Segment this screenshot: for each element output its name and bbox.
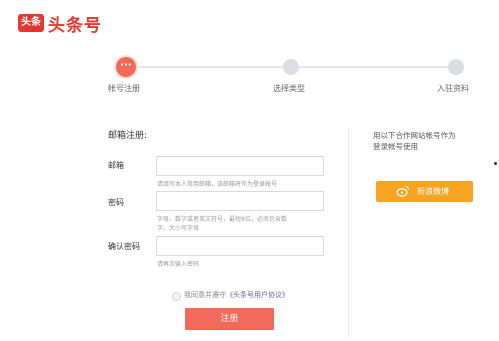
weibo-login-label: 新浪微博 xyxy=(417,187,449,196)
stray-dot xyxy=(494,162,497,165)
agree-prefix: 我同意并遵守 xyxy=(184,291,226,299)
logo-mark[interactable]: 头条 xyxy=(18,14,44,32)
password-label: 密码 xyxy=(108,198,124,207)
third-party-text-line2: 登录帐号使用 xyxy=(373,142,418,151)
weibo-login-button[interactable]: 新浪微博 xyxy=(376,181,473,202)
header: 头条 头条号 xyxy=(0,0,499,48)
password-hint: 字母、数字或者英文符号，最短8位，必须包含数 字、大小写字母 xyxy=(157,215,287,233)
step-1-indicator: ··· xyxy=(116,57,136,77)
step-1-label: 帐号注册 xyxy=(108,84,140,93)
logo-text[interactable]: 头条号 xyxy=(48,11,102,36)
weibo-icon xyxy=(396,185,410,197)
agree-text: 我同意并遵守《头条号用户协议》 xyxy=(184,290,289,300)
confirm-password-input[interactable] xyxy=(156,236,324,256)
user-agreement-link[interactable]: 《头条号用户协议》 xyxy=(226,291,289,299)
step-connector xyxy=(291,66,456,68)
form-title: 邮箱注册: xyxy=(108,131,148,141)
email-hint: 请填写本人常用邮箱，该邮箱将作为登录帐号 xyxy=(157,181,278,188)
password-hint-line2: 字、大小写字母 xyxy=(157,225,200,232)
step-3-indicator xyxy=(448,59,464,75)
step-connector xyxy=(126,66,291,68)
vertical-divider xyxy=(348,128,349,338)
confirm-password-hint: 请再次输入密码 xyxy=(157,261,200,268)
third-party-description: 用以下合作网站帐号作为 登录帐号使用 xyxy=(373,130,473,152)
agree-checkbox[interactable] xyxy=(172,292,181,301)
password-input[interactable] xyxy=(156,191,324,211)
password-hint-line1: 字母、数字或者英文符号，最短8位，必须包含数 xyxy=(157,216,287,223)
third-party-text-line1: 用以下合作网站帐号作为 xyxy=(373,131,456,140)
email-label: 邮箱 xyxy=(108,161,124,170)
email-input[interactable] xyxy=(156,156,324,176)
confirm-password-label: 确认密码 xyxy=(108,242,140,251)
register-button[interactable]: 注册 xyxy=(185,308,274,330)
step-3-label: 入驻资料 xyxy=(437,84,469,93)
step-2-label: 选择类型 xyxy=(273,84,305,93)
step-2-indicator xyxy=(283,59,299,75)
ellipsis-icon: ··· xyxy=(120,60,132,71)
